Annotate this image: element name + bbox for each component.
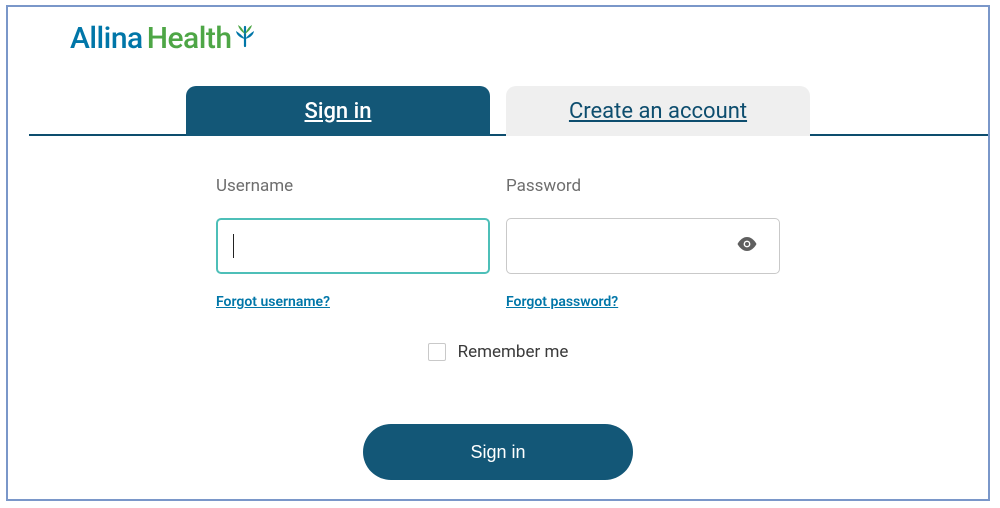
show-password-icon[interactable] [736, 236, 758, 256]
tab-create-account[interactable]: Create an account [506, 86, 810, 136]
password-label: Password [506, 176, 780, 196]
tab-create-account-label: Create an account [569, 99, 747, 124]
logo-text-allina: Allina [70, 21, 143, 56]
logo-leaf-icon [234, 21, 256, 56]
username-input[interactable] [216, 218, 490, 274]
brand-logo: Allina Health [70, 21, 988, 56]
tab-signin[interactable]: Sign in [186, 86, 490, 136]
signin-button-label: Sign in [470, 442, 525, 462]
remember-me-checkbox[interactable] [428, 343, 446, 361]
signin-button[interactable]: Sign in [363, 424, 633, 480]
logo-text-health: Health [147, 21, 232, 56]
text-cursor [233, 234, 234, 258]
remember-me-label: Remember me [458, 342, 569, 362]
forgot-password-link[interactable]: Forgot password? [506, 294, 618, 310]
username-label: Username [216, 176, 490, 196]
forgot-username-link[interactable]: Forgot username? [216, 294, 330, 310]
tab-signin-label: Sign in [305, 99, 372, 124]
